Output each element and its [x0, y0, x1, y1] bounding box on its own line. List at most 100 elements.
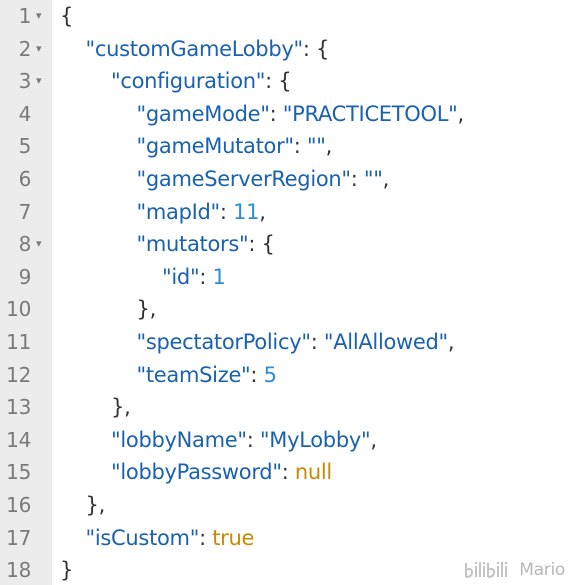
code-line[interactable]: },	[60, 293, 571, 326]
fold-toggle-icon[interactable]: ▾	[36, 65, 42, 98]
json-punctuation: :	[250, 362, 264, 387]
line-number: 17	[6, 525, 31, 550]
line-number: 9	[18, 264, 32, 289]
json-punctuation: :	[281, 460, 295, 485]
line-number-row: 12	[0, 359, 52, 392]
line-number: 10	[6, 297, 31, 322]
json-string: "MyLobby"	[259, 427, 371, 452]
json-key: "configuration"	[111, 69, 266, 94]
json-key: "gameServerRegion"	[136, 166, 352, 191]
json-editor[interactable]: 1 ▾ 2 ▾ 3 ▾ 4 5 6 7 8 ▾ 9 10 11 12 13 14 15 16 17 18 { "custo…	[0, 0, 571, 585]
line-number: 4	[18, 101, 32, 126]
code-line[interactable]: "lobbyPassword": null	[60, 456, 571, 489]
json-punctuation: :	[310, 329, 324, 354]
json-key: "teamSize"	[136, 362, 251, 387]
json-punctuation: ,	[325, 134, 333, 159]
json-punctuation: },	[85, 492, 106, 517]
json-key: "isCustom"	[85, 525, 200, 550]
json-string: ""	[306, 134, 326, 159]
code-line[interactable]: "gameServerRegion": "",	[60, 163, 571, 196]
line-number: 5	[18, 134, 32, 159]
json-punctuation: },	[136, 297, 157, 322]
line-number: 8	[18, 232, 32, 257]
line-number-row: 8 ▾	[0, 228, 52, 261]
code-line[interactable]: "customGameLobby": {	[60, 33, 571, 66]
json-key: "customGameLobby"	[85, 36, 304, 61]
line-number: 14	[6, 427, 31, 452]
watermark: Mario	[463, 559, 565, 581]
watermark-text: Mario	[519, 560, 565, 580]
json-punctuation: : {	[248, 232, 275, 257]
json-string: "PRACTICETOOL"	[282, 101, 458, 126]
json-key: "spectatorPolicy"	[136, 329, 311, 354]
code-line[interactable]: "lobbyName": "MyLobby",	[60, 424, 571, 457]
json-number: 1	[212, 264, 226, 289]
line-number-row: 5	[0, 130, 52, 163]
line-number-row: 4	[0, 98, 52, 131]
line-number-gutter: 1 ▾ 2 ▾ 3 ▾ 4 5 6 7 8 ▾ 9 10 11 12 13 14 15 16 17 18	[0, 0, 52, 585]
line-number-row: 15	[0, 456, 52, 489]
code-line[interactable]: "configuration": {	[60, 65, 571, 98]
code-line[interactable]: "teamSize": 5	[60, 359, 571, 392]
json-key: "mapId"	[136, 199, 221, 224]
json-punctuation: :	[199, 264, 213, 289]
json-key: "lobbyPassword"	[111, 460, 282, 485]
line-number-row: 13	[0, 391, 52, 424]
line-number: 15	[6, 460, 31, 485]
json-keyword: null	[294, 460, 332, 485]
line-number-row: 3 ▾	[0, 65, 52, 98]
bilibili-logo-icon	[465, 561, 508, 578]
json-number: 11	[233, 199, 260, 224]
json-key: "mutators"	[136, 232, 249, 257]
line-number: 18	[6, 558, 31, 583]
code-line[interactable]: "gameMode": "PRACTICETOOL",	[60, 98, 571, 131]
json-key: "lobbyName"	[111, 427, 247, 452]
line-number-row: 6	[0, 163, 52, 196]
code-line[interactable]: {	[60, 0, 571, 33]
code-line[interactable]: "gameMutator": "",	[60, 130, 571, 163]
code-area[interactable]: { "customGameLobby": { "configuration": …	[52, 0, 571, 585]
line-number-row: 17	[0, 522, 52, 555]
json-punctuation: :	[269, 101, 283, 126]
line-number: 3	[18, 69, 32, 94]
line-number-row: 7	[0, 196, 52, 229]
line-number-row: 18	[0, 554, 52, 585]
line-number-row: 16	[0, 489, 52, 522]
json-number: 5	[263, 362, 277, 387]
json-punctuation: },	[111, 395, 131, 420]
fold-toggle-icon[interactable]: ▾	[36, 0, 42, 33]
json-string: "AllAllowed"	[323, 329, 448, 354]
line-number: 16	[6, 492, 31, 517]
line-number-row: 14	[0, 424, 52, 457]
code-line[interactable]: "isCustom": true	[60, 522, 571, 555]
code-line[interactable]: },	[60, 489, 571, 522]
json-punctuation: ,	[457, 101, 465, 126]
json-punctuation: ,	[370, 427, 377, 452]
fold-toggle-icon[interactable]: ▾	[36, 228, 42, 261]
code-line[interactable]: "mapId": 11,	[60, 196, 571, 229]
fold-toggle-icon[interactable]: ▾	[36, 33, 42, 66]
code-line[interactable]: "id": 1	[60, 261, 571, 294]
code-line[interactable]: },	[60, 391, 571, 424]
json-punctuation: : {	[302, 36, 330, 61]
json-key: "gameMutator"	[136, 134, 295, 159]
json-string: ""	[363, 166, 383, 191]
json-key: "id"	[162, 264, 200, 289]
code-line[interactable]: "mutators": {	[60, 228, 571, 261]
json-punctuation: : {	[265, 69, 292, 94]
line-number: 13	[6, 395, 31, 420]
line-number: 2	[18, 36, 32, 61]
code-line[interactable]: "spectatorPolicy": "AllAllowed",	[60, 326, 571, 359]
